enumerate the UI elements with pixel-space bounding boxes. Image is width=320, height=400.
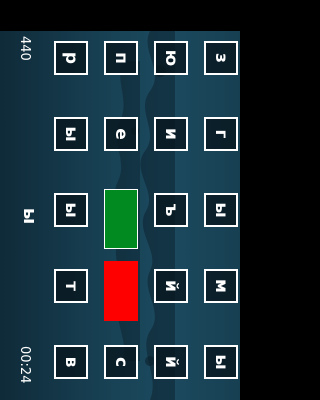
letter-tile[interactable]: м xyxy=(204,269,238,303)
letter-tile[interactable]: и xyxy=(154,117,188,151)
letter-tile[interactable]: ы xyxy=(204,345,238,379)
game-board: 440 00:24 ы з г ы м ы ю и ъ й й п е с р … xyxy=(0,31,240,400)
letter-tile[interactable]: г xyxy=(204,117,238,151)
letter-tile[interactable]: ы xyxy=(54,117,88,151)
red-block[interactable] xyxy=(104,261,138,321)
current-word-display: ы xyxy=(19,207,40,225)
game-screen: 440 00:24 ы з г ы м ы ю и ъ й й п е с р … xyxy=(0,0,240,400)
letter-tile[interactable]: ъ xyxy=(154,193,188,227)
letter-tile[interactable]: ы xyxy=(54,193,88,227)
letter-tile[interactable]: ю xyxy=(154,41,188,75)
score-counter: 440 xyxy=(17,36,32,61)
green-block[interactable] xyxy=(104,189,138,249)
letter-tile[interactable]: в xyxy=(54,345,88,379)
letter-tile[interactable]: т xyxy=(54,269,88,303)
letter-tile[interactable]: р xyxy=(54,41,88,75)
phone-status-bar xyxy=(0,0,240,31)
letter-tile[interactable]: ы xyxy=(204,193,238,227)
letter-tile[interactable]: с xyxy=(104,345,138,379)
letter-tile[interactable]: е xyxy=(104,117,138,151)
letter-tile[interactable]: п xyxy=(104,41,138,75)
letter-tile[interactable]: з xyxy=(204,41,238,75)
letter-tile[interactable]: й xyxy=(154,269,188,303)
letter-tile[interactable]: й xyxy=(154,345,188,379)
timer-display: 00:24 xyxy=(17,346,32,384)
